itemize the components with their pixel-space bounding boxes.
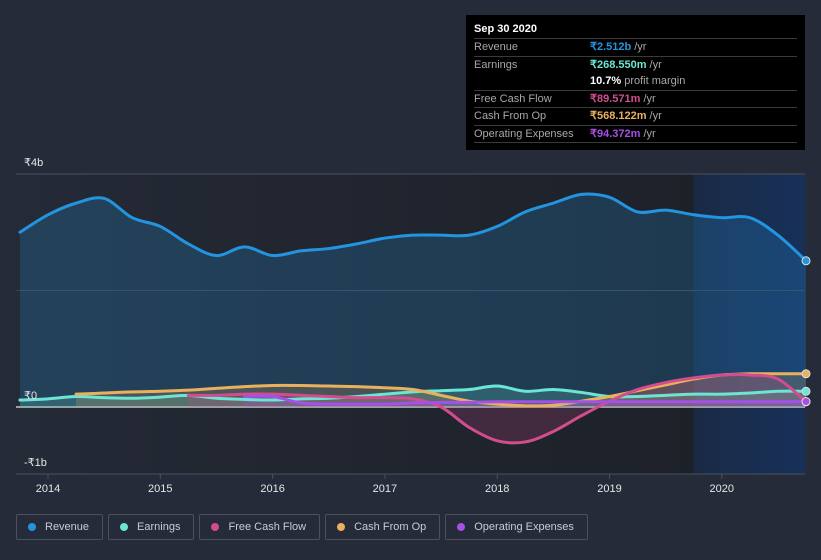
tooltip-row-label: Operating Expenses: [474, 127, 574, 140]
legend-dot-icon: [211, 523, 220, 531]
legend-dot-icon: [457, 523, 466, 531]
tooltip-rows: Revenue ₹2.512b/yr Earnings ₹268.550m/yr 10.…: [474, 39, 797, 143]
tooltip-row-unit: profit margin: [624, 75, 686, 87]
tooltip-row-label: [474, 73, 590, 90]
tooltip-row-unit: /yr: [643, 92, 656, 105]
tooltip-row-value: ₹568.122m: [590, 110, 647, 122]
tooltip-row-value: ₹89.571m: [590, 92, 641, 105]
y-tick-label: ₹0: [24, 390, 37, 402]
legend-item-cash-from-op[interactable]: Cash From Op: [325, 514, 441, 540]
legend: Revenue Earnings Free Cash Flow Cash From O…: [16, 514, 588, 540]
tooltip-row-label: Earnings: [474, 58, 518, 71]
earnings-endpoint: [801, 386, 811, 396]
legend-dot-icon: [337, 523, 346, 531]
cash-from-op-endpoint: [801, 369, 811, 379]
tooltip: Sep 30 2020 Revenue ₹2.512b/yr Earnings ₹26…: [466, 15, 805, 150]
legend-item-revenue[interactable]: Revenue: [16, 514, 104, 540]
x-tick-label: 2018: [485, 483, 509, 495]
tooltip-row-unit: /yr: [649, 58, 662, 71]
tooltip-row-value: ₹2.512b: [590, 41, 632, 53]
tooltip-date: Sep 30 2020: [474, 21, 797, 39]
legend-item-free-cash-flow[interactable]: Free Cash Flow: [199, 514, 321, 540]
tooltip-row: Earnings ₹268.550m/yr: [474, 57, 797, 74]
tooltip-row-label: Revenue: [474, 41, 519, 53]
legend-label: Earnings: [137, 521, 181, 533]
legend-dot-icon: [28, 523, 36, 531]
x-tick-label: 2015: [148, 483, 172, 495]
x-tick-label: 2017: [373, 483, 397, 495]
legend-label: Operating Expenses: [474, 521, 574, 533]
tooltip-row-value: 10.7%: [590, 75, 622, 87]
tooltip-row-unit: /yr: [649, 110, 662, 122]
x-tick-label: 2020: [710, 483, 734, 495]
legend-label: Revenue: [45, 521, 90, 533]
tooltip-row: Free Cash Flow ₹89.571m/yr: [474, 91, 797, 108]
operating-expenses-endpoint: [801, 397, 811, 407]
x-tick-label: 2019: [597, 483, 621, 495]
tooltip-row-label: Free Cash Flow: [474, 92, 552, 105]
tooltip-row-value: ₹268.550m: [590, 58, 647, 71]
tooltip-row-label: Cash From Op: [474, 110, 547, 122]
y-tick-label: ₹4b: [24, 157, 43, 169]
x-axis: 2014 2015 2016 2017 2018 2019 2020: [36, 474, 734, 495]
x-tick-label: 2016: [260, 483, 284, 495]
legend-label: Cash From Op: [354, 521, 427, 533]
tooltip-row-value: ₹94.372m: [590, 127, 641, 140]
legend-item-earnings[interactable]: Earnings: [108, 514, 195, 540]
tooltip-row: Cash From Op ₹568.122m/yr: [474, 108, 797, 126]
legend-label: Free Cash Flow: [228, 521, 307, 533]
legend-dot-icon: [120, 523, 129, 531]
tooltip-row: Revenue ₹2.512b/yr: [474, 39, 797, 57]
x-tick-label: 2014: [36, 483, 60, 495]
tooltip-row: Operating Expenses ₹94.372m/yr: [474, 126, 797, 143]
tooltip-row-unit: /yr: [643, 127, 656, 140]
tooltip-row: 10.7% profit margin: [474, 73, 797, 91]
revenue-endpoint: [801, 256, 811, 266]
y-tick-label: -₹1b: [24, 457, 47, 469]
legend-item-operating-expenses[interactable]: Operating Expenses: [445, 514, 588, 540]
tooltip-row-unit: /yr: [634, 41, 647, 53]
